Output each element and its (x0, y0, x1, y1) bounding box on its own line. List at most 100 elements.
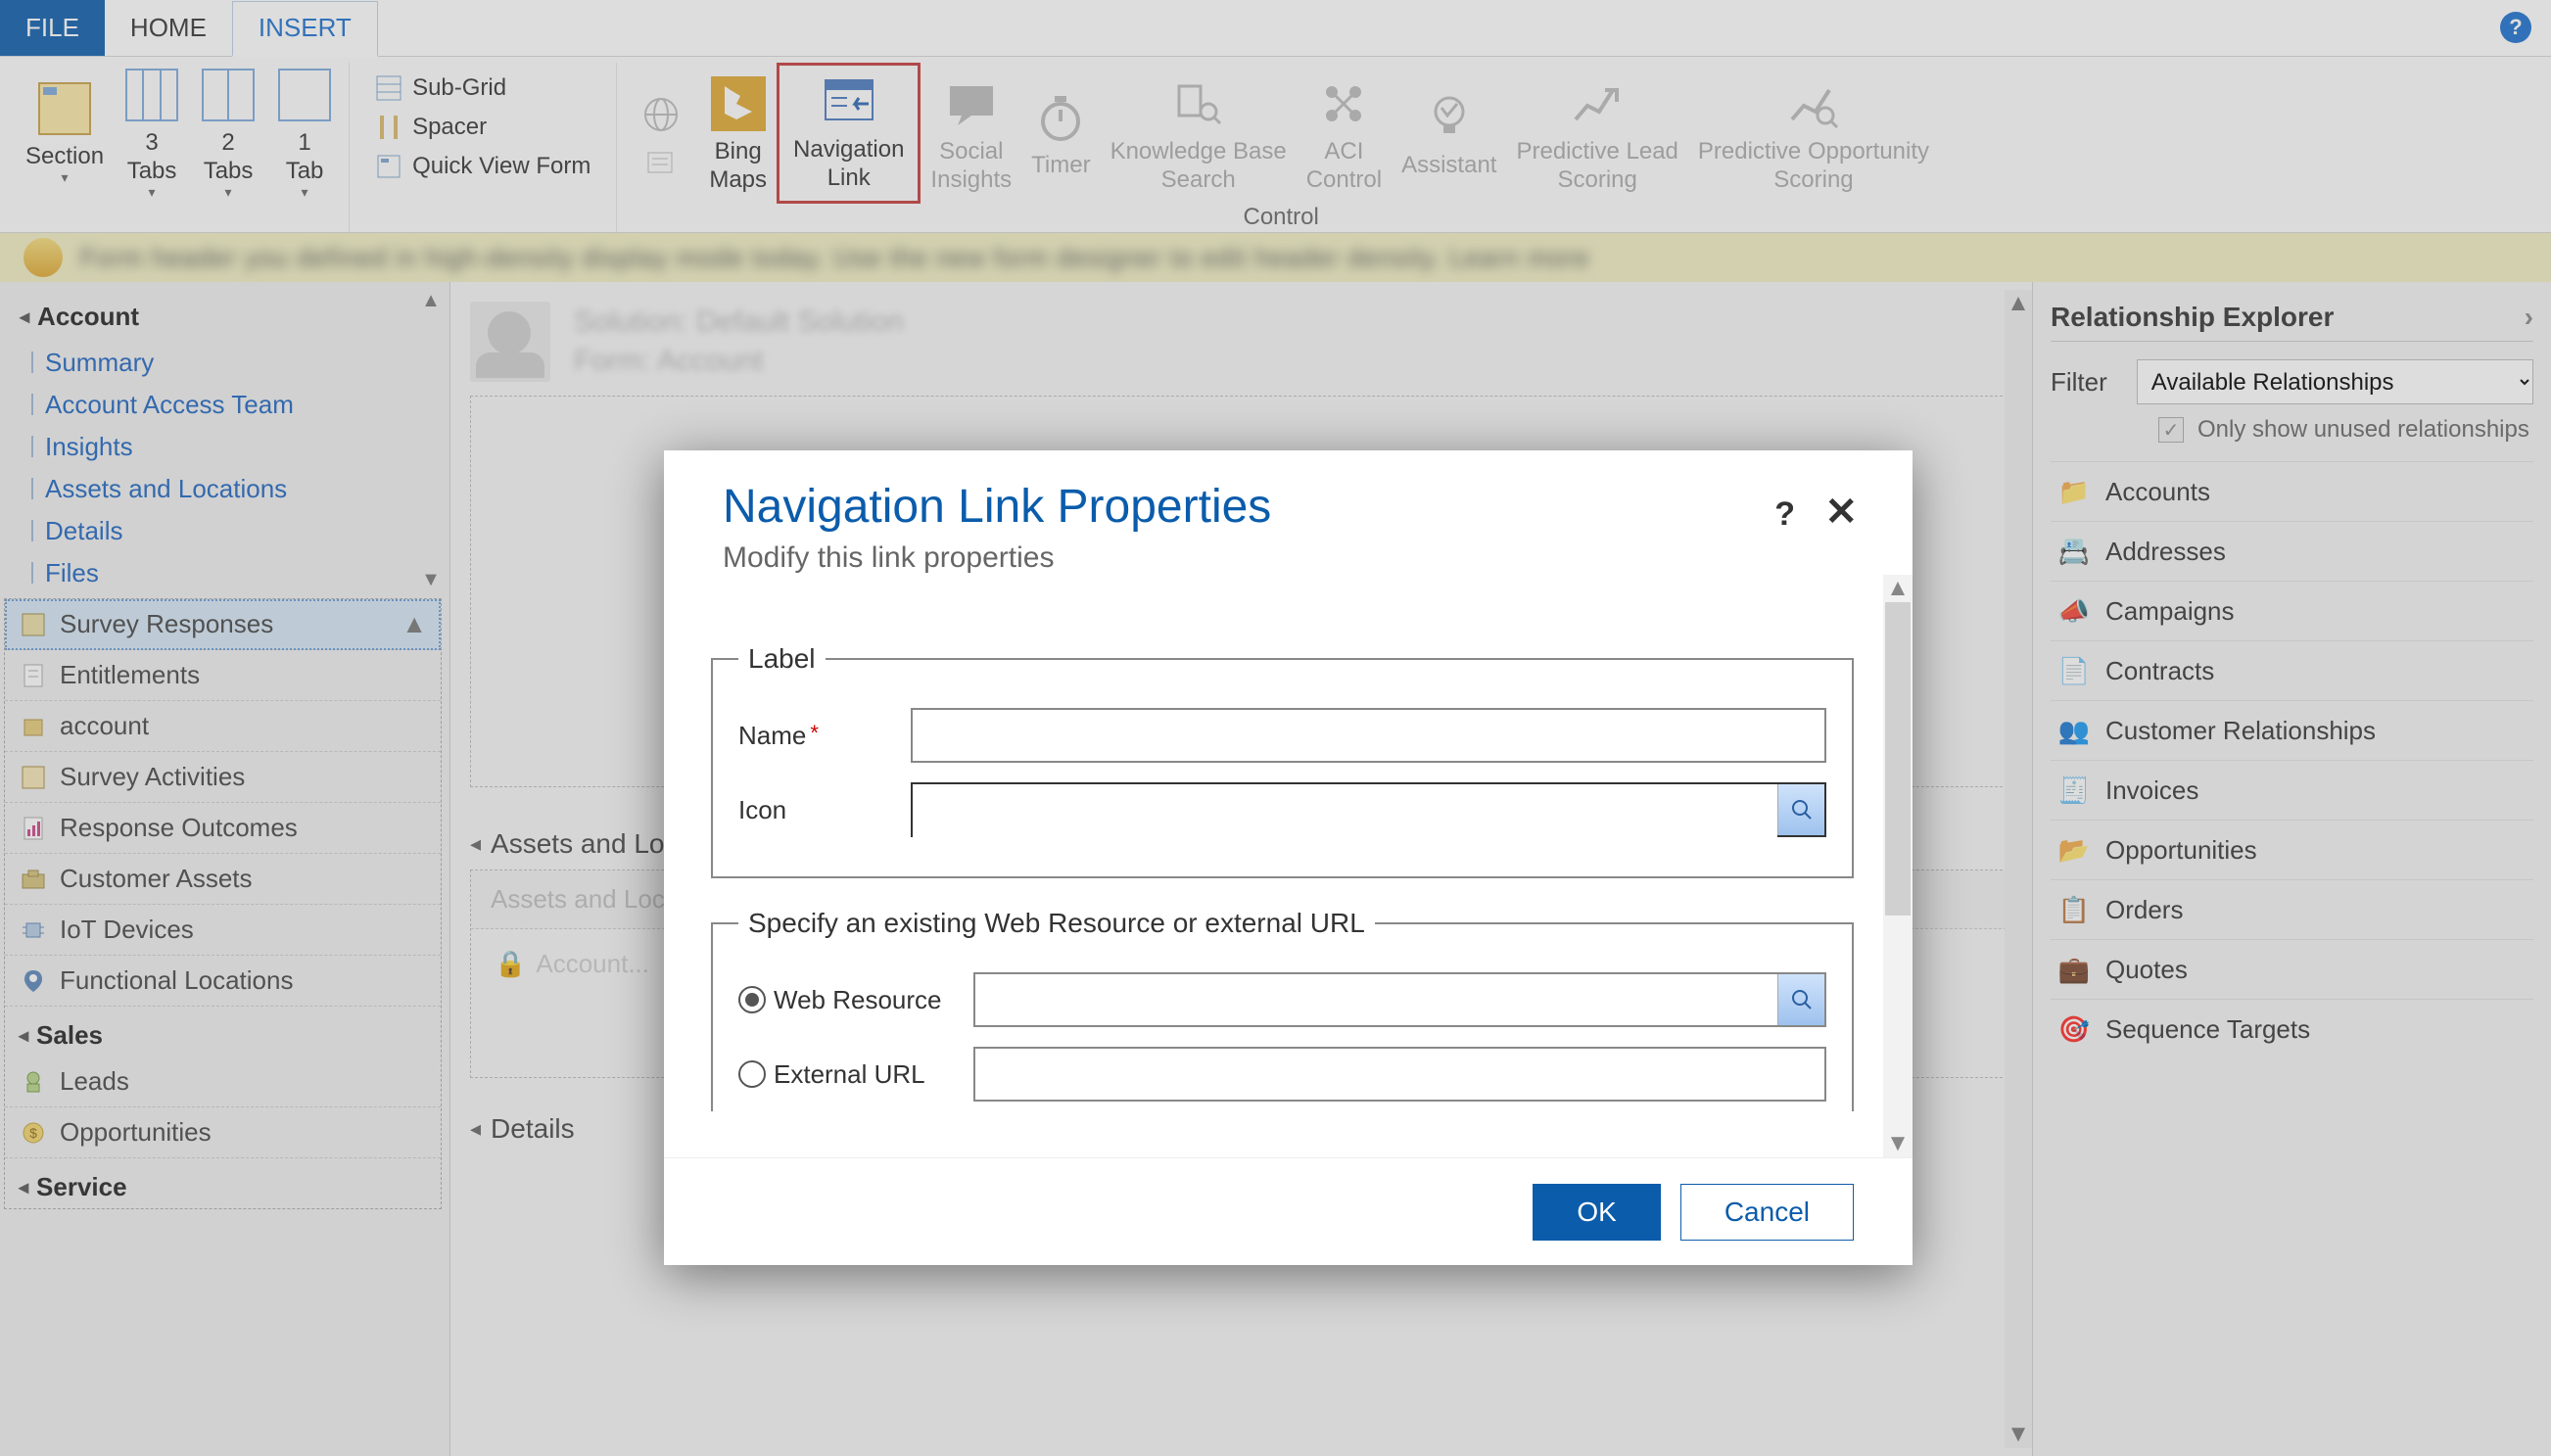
rel-item-orders[interactable]: 📋Orders (2051, 879, 2533, 939)
three-tabs-button[interactable]: 3 Tabs▾ (114, 63, 190, 200)
scroll-up-icon[interactable]: ▲ (418, 288, 444, 313)
two-tabs-icon (200, 67, 257, 123)
nav-item-entitlements[interactable]: Entitlements (5, 650, 441, 701)
nav-item-functional-locations[interactable]: Functional Locations (5, 956, 441, 1007)
predictive-lead-button[interactable]: Predictive Lead Scoring (1506, 63, 1687, 204)
rel-item-addresses[interactable]: 📇Addresses (2051, 521, 2533, 581)
assistant-button[interactable]: Assistant (1392, 63, 1506, 204)
sidebar-link-details[interactable]: Details (14, 510, 449, 552)
one-tab-button[interactable]: 1 Tab▾ (266, 63, 343, 200)
filter-select[interactable]: Available Relationships (2137, 359, 2533, 404)
rel-item-customer-relationships[interactable]: 👥Customer Relationships (2051, 700, 2533, 760)
nav-item-survey-responses[interactable]: Survey Responses ▲ (5, 599, 441, 650)
tab-file[interactable]: FILE (0, 0, 105, 56)
dialog-close-icon[interactable]: ✕ (1824, 490, 1858, 535)
aci-control-button[interactable]: ACI Control (1297, 63, 1392, 204)
canvas-scrollbar[interactable]: ▲▼ (2005, 290, 2032, 1448)
icon-lookup-button[interactable] (1777, 784, 1824, 835)
predictive-opp-button[interactable]: Predictive Opportunity Scoring (1688, 63, 1939, 204)
timer-button[interactable]: Timer (1021, 63, 1100, 204)
rel-item-accounts[interactable]: 📁Accounts (2051, 461, 2533, 521)
tab-home[interactable]: HOME (105, 0, 232, 56)
nav-items-container: Survey Responses ▲ Entitlements account … (4, 598, 442, 1209)
navlink-icon (821, 73, 877, 130)
specify-legend: Specify an existing Web Resource or exte… (738, 908, 1375, 939)
section-button[interactable]: Section▾ (16, 63, 114, 200)
rel-item-contracts[interactable]: 📄Contracts (2051, 640, 2533, 700)
ok-button[interactable]: OK (1533, 1184, 1660, 1241)
navigation-link-button[interactable]: Navigation Link (777, 63, 921, 204)
contract-icon: 📄 (2058, 655, 2090, 686)
iframe-button[interactable] (623, 63, 699, 204)
sidebar-link-insights[interactable]: Insights (14, 426, 449, 468)
people-icon: 👥 (2058, 715, 2090, 746)
explorer-title: Relationship Explorer› (2051, 294, 2533, 342)
location-icon (19, 966, 48, 996)
info-bar: Form header you defined in high-density … (0, 233, 2551, 282)
ribbon: Section▾ 3 Tabs▾ 2 Tabs▾ 1 Tab▾ Sub-Grid… (0, 57, 2551, 233)
relationship-explorer: Relationship Explorer› Filter Available … (2032, 282, 2551, 1456)
radio-selected-icon (738, 986, 766, 1013)
subgrid-button[interactable]: Sub-Grid (363, 69, 518, 108)
rel-item-invoices[interactable]: 🧾Invoices (2051, 760, 2533, 820)
nav-item-opportunities[interactable]: $Opportunities (5, 1107, 441, 1158)
solution-label: Solution: Default Solution (574, 305, 904, 339)
tab-strip: FILE HOME INSERT ? (0, 0, 2551, 57)
cancel-button[interactable]: Cancel (1680, 1184, 1854, 1241)
icon-input[interactable] (913, 784, 1777, 839)
spacer-button[interactable]: Spacer (363, 108, 498, 147)
rel-item-quotes[interactable]: 💼Quotes (2051, 939, 2533, 999)
social-icon (943, 75, 1000, 132)
spacer-icon (375, 114, 402, 141)
invoice-icon: 🧾 (2058, 775, 2090, 806)
nav-item-survey-activities[interactable]: Survey Activities (5, 752, 441, 803)
sidebar-link-summary[interactable]: Summary (14, 342, 449, 384)
sidebar-link-files[interactable]: Files (14, 552, 449, 594)
kb-search-button[interactable]: Knowledge Base Search (1101, 63, 1297, 204)
nav-item-customer-assets[interactable]: Customer Assets (5, 854, 441, 905)
help-icon[interactable]: ? (2500, 12, 2531, 43)
globe-icon (633, 86, 689, 143)
nav-item-iot-devices[interactable]: IoT Devices (5, 905, 441, 956)
notes-icon (633, 149, 689, 178)
iot-icon (19, 916, 48, 945)
label-fieldset: Label Name* Icon (711, 643, 1854, 878)
timer-icon (1032, 89, 1089, 146)
nav-section-sales[interactable]: Sales (5, 1007, 441, 1057)
two-tabs-button[interactable]: 2 Tabs▾ (190, 63, 266, 200)
rel-item-campaigns[interactable]: 📣Campaigns (2051, 581, 2533, 640)
section-icon (36, 80, 93, 137)
scroll-down-icon[interactable]: ▼ (418, 567, 444, 592)
chevron-right-icon[interactable]: › (2525, 302, 2533, 333)
quickview-button[interactable]: Quick View Form (363, 147, 602, 186)
sidebar-link-assets[interactable]: Assets and Locations (14, 468, 449, 510)
quote-icon: 💼 (2058, 954, 2090, 985)
webresource-option[interactable]: Web Resource (738, 985, 964, 1015)
dialog-scrollbar[interactable]: ▲▼ (1883, 575, 1913, 1157)
nav-item-response-outcomes[interactable]: Response Outcomes (5, 803, 441, 854)
nav-item-account[interactable]: account (5, 701, 441, 752)
entitlements-icon (19, 661, 48, 690)
assets-icon (19, 865, 48, 894)
sidebar-entity-title[interactable]: Account (14, 292, 449, 342)
nav-section-service[interactable]: Service (5, 1158, 441, 1208)
sidebar-link-access-team[interactable]: Account Access Team (14, 384, 449, 426)
webresource-input[interactable] (975, 974, 1777, 1025)
webresource-lookup-button[interactable] (1777, 974, 1824, 1025)
tab-insert[interactable]: INSERT (232, 1, 378, 57)
icon-lookup (911, 782, 1826, 837)
label-legend: Label (738, 643, 826, 675)
rel-item-sequence-targets[interactable]: 🎯Sequence Targets (2051, 999, 2533, 1058)
outcomes-icon (19, 814, 48, 843)
external-url-option[interactable]: External URL (738, 1059, 964, 1090)
name-input[interactable] (911, 708, 1826, 763)
dialog-help-icon[interactable]: ? (1774, 495, 1795, 534)
social-insights-button[interactable]: Social Insights (921, 63, 1021, 204)
external-url-input[interactable] (975, 1049, 1824, 1100)
bing-maps-button[interactable]: Bing Maps (699, 63, 777, 204)
radio-unselected-icon (738, 1060, 766, 1088)
rel-item-opportunities[interactable]: 📂Opportunities (2051, 820, 2533, 879)
nav-item-leads[interactable]: Leads (5, 1057, 441, 1107)
unused-checkbox[interactable]: ✓ (2158, 417, 2184, 443)
activities-icon (19, 763, 48, 792)
